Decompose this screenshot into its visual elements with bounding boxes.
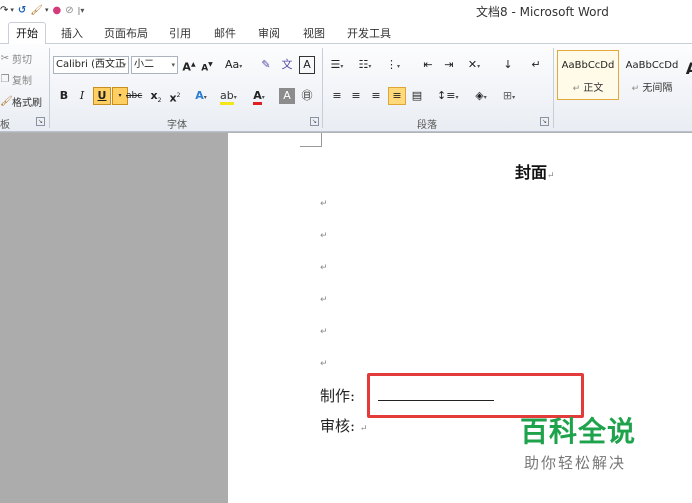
redo-dropdown-icon[interactable]: ▾ (10, 6, 14, 14)
font-name-combo[interactable]: Calibri (西文正 ▾ (53, 56, 129, 74)
paragraph-mark: ↵ (320, 231, 328, 241)
watermark-logo: 百科全说 助你轻松解决 (520, 410, 690, 473)
multilevel-list-icon[interactable]: ⋮▾ (385, 56, 401, 74)
style-heading-partial[interactable]: A (684, 60, 692, 78)
font-launcher-icon[interactable]: ↘ (310, 117, 319, 126)
format-painter-quick-icon[interactable]: 🖌 (30, 5, 43, 16)
borders-icon[interactable]: ⊞▾ (501, 87, 517, 105)
group-divider (553, 48, 554, 128)
align-right-icon[interactable]: ≡ (368, 87, 384, 105)
cut-button[interactable]: ✂ 剪切 (0, 51, 32, 66)
paintbrush-icon: 🖌 (0, 96, 13, 107)
clipboard-launcher-icon[interactable]: ↘ (36, 117, 45, 126)
color-icon[interactable]: ● (53, 5, 62, 16)
enclose-characters-icon[interactable]: ㊐ (299, 87, 315, 105)
customize-quick-access-icon[interactable]: |▾ (78, 6, 85, 15)
decrease-indent-icon[interactable]: ⇤ (420, 56, 436, 74)
title-bar: ↷ ▾ ↺ 🖌 ▾ ● ⊘ |▾ 文档8 - Microsoft Word (0, 0, 692, 21)
highlight-color-icon[interactable]: ab▾ (220, 87, 237, 105)
strikethrough-button[interactable]: abc (126, 87, 142, 105)
watermark-title: 百科全说 (520, 415, 637, 448)
text-effects-icon[interactable]: A▾ (193, 87, 209, 105)
bullets-icon[interactable]: ☰▾ (329, 56, 345, 74)
group-divider (322, 48, 323, 128)
distributed-align-icon[interactable]: ▤ (409, 87, 425, 105)
style-normal[interactable]: AaBbCcDd ↵ 正文 (557, 50, 619, 100)
watermark-subtitle: 助你轻松解决 (524, 454, 627, 472)
change-case-button[interactable]: Aa▾ (225, 56, 242, 74)
sort-icon[interactable]: ↓ (500, 56, 516, 74)
superscript-button[interactable]: x2 (167, 87, 183, 105)
align-center-icon[interactable]: ≡ (348, 87, 364, 105)
tab-insert[interactable]: 插入 (61, 24, 83, 43)
shading-icon[interactable]: ◈▾ (473, 87, 489, 105)
tab-home[interactable]: 开始 (8, 22, 46, 45)
paragraph-mark: ↵ (320, 263, 328, 273)
show-hide-marks-icon[interactable]: ↵ (528, 56, 544, 74)
tab-mailings[interactable]: 邮件 (214, 24, 236, 43)
ribbon: ✂ 剪切 ❐ 复制 🖌 格式刷 板 ↘ Calibri (西文正 ▾ 小二 ▾ A▲ A▼… (0, 44, 692, 132)
format-painter-button[interactable]: 🖌 格式刷 (0, 94, 42, 109)
tab-developer[interactable]: 开发工具 (347, 24, 391, 43)
format-painter-dropdown-icon[interactable]: ▾ (45, 6, 49, 14)
font-color-icon[interactable]: A▾ (251, 87, 267, 105)
justify-icon[interactable]: ≡ (388, 87, 406, 105)
paragraph-mark: ↵ (320, 359, 328, 369)
tab-view[interactable]: 视图 (303, 24, 325, 43)
tab-page-layout[interactable]: 页面布局 (104, 24, 148, 43)
increase-indent-icon[interactable]: ⇥ (441, 56, 457, 74)
grow-font-button[interactable]: A▲ (181, 56, 197, 74)
paragraph-group-label: 段落 (417, 120, 437, 131)
font-size-combo[interactable]: 小二 ▾ (131, 56, 178, 74)
phonetic-guide-icon[interactable]: 文 (279, 56, 295, 74)
character-border-icon[interactable]: A (299, 56, 315, 74)
shrink-font-button[interactable]: A▼ (199, 56, 215, 74)
align-left-icon[interactable]: ≡ (329, 87, 345, 105)
copy-icon: ❐ (0, 74, 10, 85)
font-group-label: 字体 (167, 120, 187, 131)
paragraph-mark: ↵ (320, 295, 328, 305)
clipboard-group-label: 板 (0, 120, 10, 131)
paragraph-launcher-icon[interactable]: ↘ (540, 117, 549, 126)
underline-button[interactable]: U (93, 87, 111, 105)
line-spacing-icon[interactable]: ↕≡▾ (437, 87, 458, 105)
paragraph-mark: ↵ (320, 199, 328, 209)
numbering-icon[interactable]: ☷▾ (357, 56, 373, 74)
margin-corner-mark (300, 146, 322, 147)
page-title: 封面↵ (515, 163, 555, 182)
character-shading-icon[interactable]: A (279, 88, 295, 104)
margin-corner-mark (321, 133, 322, 147)
repeat-icon[interactable]: ↺ (18, 5, 26, 16)
copy-button[interactable]: ❐ 复制 (0, 72, 32, 87)
ribbon-tabs: 开始 插入 页面布局 引用 邮件 审阅 视图 开发工具 (0, 21, 692, 45)
chinese-layout-icon[interactable]: ✕▾ (466, 56, 482, 74)
style-no-spacing[interactable]: AaBbCcDd ↵ 无间隔 (621, 50, 683, 100)
quick-access-toolbar: ↷ ▾ ↺ 🖌 ▾ ● ⊘ |▾ (0, 2, 84, 18)
subscript-button[interactable]: x2 (148, 87, 164, 105)
chevron-down-icon: ▾ (171, 61, 175, 69)
group-divider (49, 48, 50, 128)
tab-review[interactable]: 审阅 (258, 24, 280, 43)
paragraph-mark: ↵ (320, 327, 328, 337)
italic-button[interactable]: I (74, 87, 90, 105)
chevron-down-icon: ▾ (122, 61, 126, 69)
bold-button[interactable]: B (56, 87, 72, 105)
no-color-icon[interactable]: ⊘ (65, 5, 73, 16)
clear-formatting-icon[interactable]: ✎ (258, 56, 274, 74)
made-by-label: 制作: (320, 387, 356, 405)
reviewed-by-label: 审核: ↵ (320, 417, 368, 435)
redo-icon[interactable]: ↷ (0, 5, 8, 16)
tab-references[interactable]: 引用 (169, 24, 191, 43)
window-title: 文档8 - Microsoft Word (476, 5, 609, 19)
scissors-icon: ✂ (0, 53, 10, 64)
